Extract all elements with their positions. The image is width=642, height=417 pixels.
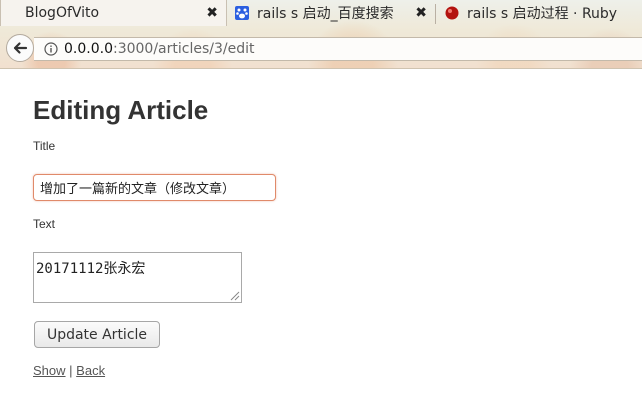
tab-baidu-search[interactable]: rails s 启动_百度搜索 ✖ bbox=[227, 0, 435, 26]
close-tab-icon[interactable]: ✖ bbox=[206, 5, 218, 21]
show-link[interactable]: Show bbox=[33, 363, 66, 378]
info-icon[interactable] bbox=[44, 42, 58, 56]
resize-grip-icon[interactable] bbox=[228, 289, 240, 301]
back-link[interactable]: Back bbox=[76, 363, 105, 378]
title-input[interactable] bbox=[33, 174, 276, 201]
url-path: :3000/articles/3/edit bbox=[112, 41, 255, 57]
tab-bar: BlogOfVito ✖ rails s 启动_百度搜索 ✖ rails s 启… bbox=[0, 0, 642, 28]
baidu-paw-icon bbox=[235, 6, 249, 20]
url-host: 0.0.0.0 bbox=[64, 41, 113, 57]
back-button[interactable] bbox=[6, 34, 34, 62]
back-arrow-icon bbox=[13, 42, 28, 54]
link-separator: | bbox=[69, 363, 73, 378]
address-bar[interactable]: 0.0.0.0:3000/articles/3/edit bbox=[34, 37, 642, 61]
tab-title: BlogOfVito bbox=[25, 5, 100, 21]
tab-title: rails s 启动_百度搜索 bbox=[257, 6, 394, 22]
update-article-button[interactable]: Update Article bbox=[34, 321, 160, 348]
ruby-icon bbox=[445, 6, 459, 20]
tab-separator bbox=[435, 4, 436, 24]
page-title: Editing Article bbox=[33, 95, 209, 125]
text-label: Text bbox=[33, 217, 56, 231]
close-tab-icon[interactable]: ✖ bbox=[415, 5, 427, 21]
tab-blogofvito[interactable]: BlogOfVito ✖ bbox=[0, 0, 227, 26]
navigation-bar: 0.0.0.0:3000/articles/3/edit bbox=[0, 28, 642, 68]
footer-links: Show | Back bbox=[33, 363, 105, 378]
title-label: Title bbox=[33, 139, 56, 153]
tab-ruby-guide[interactable]: rails s 启动过程 · Ruby bbox=[437, 0, 642, 26]
text-textarea[interactable]: 20171112张永宏 bbox=[33, 252, 242, 303]
browser-chrome: BlogOfVito ✖ rails s 启动_百度搜索 ✖ rails s 启… bbox=[0, 0, 642, 69]
tab-title: rails s 启动过程 · Ruby bbox=[467, 6, 618, 22]
page-content: Editing Article Title Text 20171112张永宏 U… bbox=[0, 69, 642, 417]
